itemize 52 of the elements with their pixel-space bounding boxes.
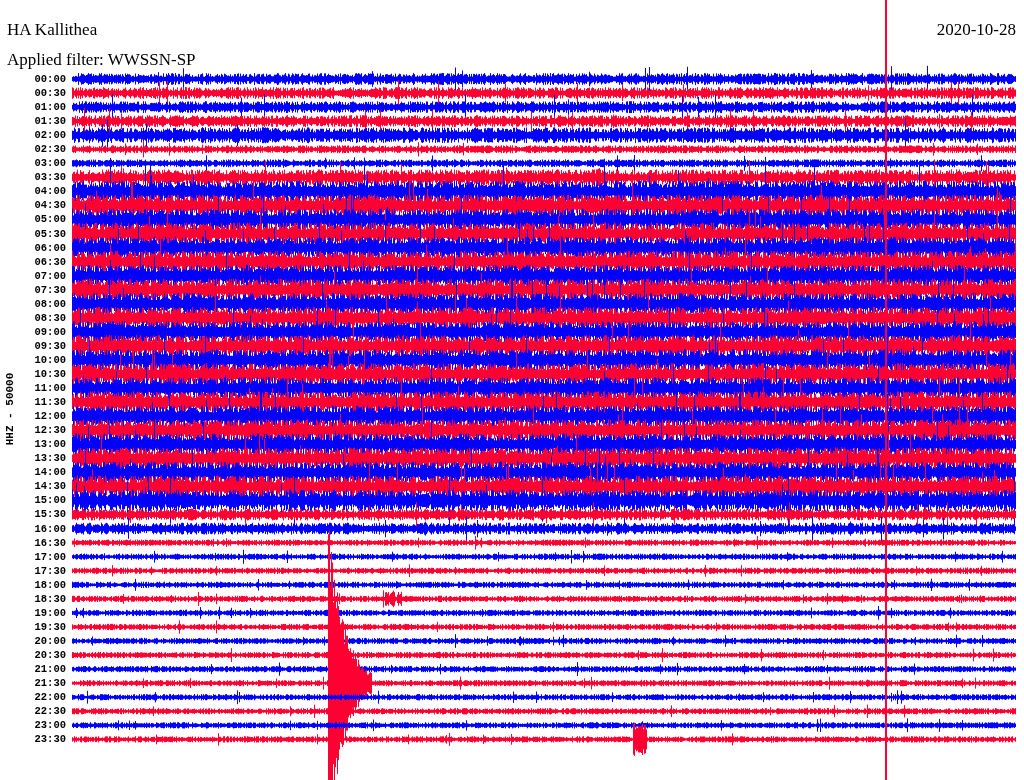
station-title: HA Kallithea	[7, 20, 98, 40]
time-label: 14:30	[34, 479, 66, 494]
time-label: 22:30	[34, 704, 66, 719]
date-label: 2020-10-28	[936, 20, 1016, 40]
time-label: 18:00	[34, 577, 66, 592]
time-label: 23:00	[34, 718, 66, 733]
time-label: 21:30	[34, 676, 66, 691]
time-label: 07:30	[34, 282, 66, 297]
time-label: 00:00	[34, 72, 66, 87]
time-label: 01:30	[34, 114, 66, 129]
time-label: 02:30	[34, 142, 66, 157]
time-label: 17:00	[34, 549, 66, 564]
time-label: 21:00	[34, 661, 66, 676]
time-label: 10:30	[34, 367, 66, 382]
time-label: 20:00	[34, 633, 66, 648]
time-label: 11:00	[34, 381, 66, 396]
time-label: 03:00	[34, 156, 66, 171]
time-label: 10:00	[34, 352, 66, 367]
time-label: 04:30	[34, 198, 66, 213]
time-label: 12:00	[34, 409, 66, 424]
time-label: 07:00	[34, 268, 66, 283]
time-label: 02:00	[34, 128, 66, 143]
time-label: 04:00	[34, 184, 66, 199]
time-label: 12:30	[34, 423, 66, 438]
time-label: 08:30	[34, 310, 66, 325]
time-label: 14:00	[34, 465, 66, 480]
time-label: 13:00	[34, 437, 66, 452]
time-label: 01:00	[34, 100, 66, 115]
filter-label: Applied filter: WWSSN-SP	[7, 50, 196, 70]
time-label: 23:30	[34, 732, 66, 747]
time-label: 16:00	[34, 521, 66, 536]
time-label: 09:30	[34, 338, 66, 353]
time-label: 16:30	[34, 535, 66, 550]
time-label: 06:00	[34, 240, 66, 255]
time-label: 22:00	[34, 690, 66, 705]
time-label: 17:30	[34, 563, 66, 578]
time-label: 05:00	[34, 212, 66, 227]
time-label: 15:00	[34, 493, 66, 508]
time-label: 15:30	[34, 507, 66, 522]
time-label: 00:30	[34, 86, 66, 101]
time-label: 18:30	[34, 591, 66, 606]
time-label: 03:30	[34, 170, 66, 185]
time-label: 09:00	[34, 324, 66, 339]
time-label: 11:30	[34, 395, 66, 410]
time-label: 05:30	[34, 226, 66, 241]
time-label: 20:30	[34, 647, 66, 662]
time-label: 13:30	[34, 451, 66, 466]
channel-label: HHZ - 50000	[4, 372, 16, 446]
time-label: 19:00	[34, 605, 66, 620]
time-label: 19:30	[34, 619, 66, 634]
time-label: 06:30	[34, 254, 66, 269]
time-label: 08:00	[34, 296, 66, 311]
